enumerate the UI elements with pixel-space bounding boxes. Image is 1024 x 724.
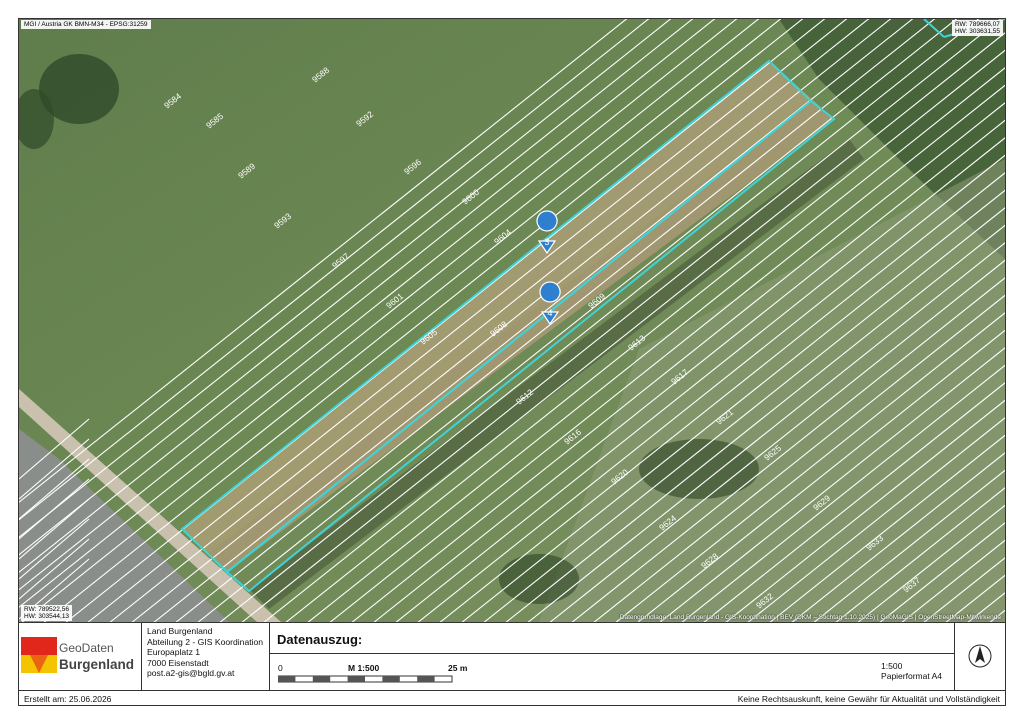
email-link[interactable]: post.a2-gis@bgld.gv.at	[147, 668, 269, 679]
created-date: Erstellt am: 25.06.2026	[24, 694, 112, 704]
scale-label: M 1:500	[348, 663, 380, 673]
marker-4-label: 4	[547, 308, 552, 318]
scale-start: 0	[278, 663, 283, 673]
north-arrow-icon	[955, 623, 1005, 691]
disclaimer: Keine Rechtsauskunft, keine Gewähr für A…	[737, 694, 1000, 704]
print-frame: 9584 9585 9588 9589 9592 9593 9596 9597 9600 9601…	[18, 18, 1006, 706]
top-right-coords: RW: 789666,07 HW: 303631,55	[951, 20, 1003, 36]
footer-panel: GeoDaten Burgenland Land Burgenland Abte…	[19, 622, 1005, 691]
bottom-left-coords: RW: 789522,56 HW: 303544,13	[21, 605, 73, 621]
address-block: Land Burgenland Abteilung 2 - GIS Koordi…	[142, 623, 270, 691]
scale-end: 25 m	[448, 663, 468, 673]
page-title: Datenauszug:	[277, 632, 363, 647]
status-bar: Erstellt am: 25.06.2026 Keine Rechtsausk…	[19, 690, 1005, 706]
paper-info: 1:500 Papierformat A4	[881, 661, 942, 681]
marker-3-label: 3	[544, 237, 549, 247]
crs-label: MGI / Austria GK BMN-M34 - EPSG:31259	[21, 20, 151, 29]
scale-bar	[278, 675, 453, 683]
geodaten-logo: GeoDaten Burgenland	[19, 623, 142, 691]
logo-text-bottom: Burgenland	[59, 657, 134, 672]
data-extract-panel: Datenauszug: 0 M 1:500 25 m 1:500 Papier…	[270, 623, 955, 691]
map-attribution: Datengrundlage: Land Burgenland - GIS-Ko…	[619, 614, 1001, 621]
map-view[interactable]: 9584 9585 9588 9589 9592 9593 9596 9597 9600 9601…	[19, 19, 1005, 622]
logo-text-top: GeoDaten	[59, 641, 114, 655]
aerial-map: 9584958595889589959295939596959796009601…	[19, 19, 1005, 622]
